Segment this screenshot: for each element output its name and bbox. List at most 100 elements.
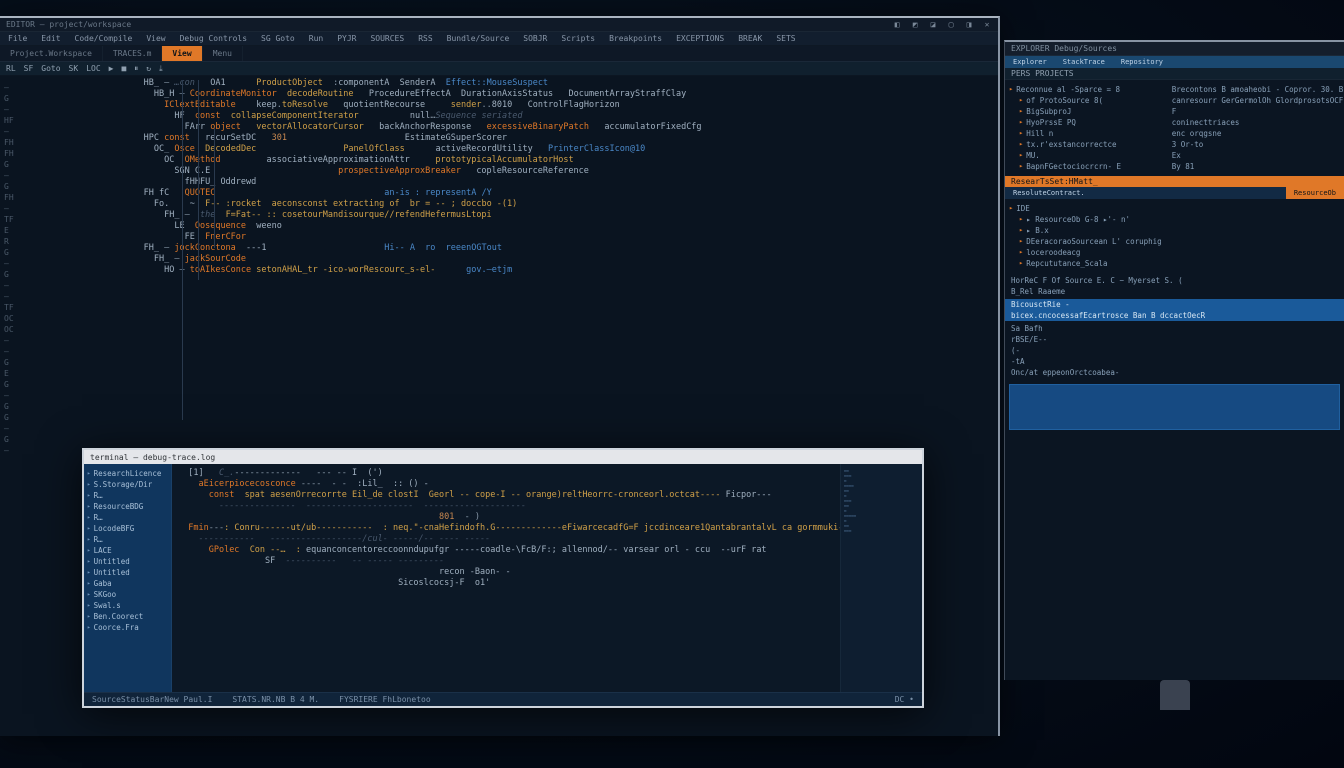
menu-item[interactable]: Debug Controls	[180, 34, 247, 43]
menu-item[interactable]: SG Goto	[261, 34, 295, 43]
file-tree-item[interactable]: ResearchLicence	[87, 468, 168, 479]
code-line[interactable]: FH fC QUOTEC an-is : representA /Y	[72, 188, 992, 199]
sys-icon[interactable]: ◪	[928, 20, 938, 29]
code-line[interactable]: FE FnerCFor	[72, 232, 992, 243]
menu-item[interactable]: SOURCES	[370, 34, 404, 43]
code-line[interactable]: OC OMethod associativeApproximationAttr …	[72, 155, 992, 166]
code-line[interactable]: Fmin---: Conru------ut/ub----------- : n…	[178, 523, 834, 534]
code-line[interactable]: aEicerpiocecosconce ---- - - :Lil_ :: ()…	[178, 479, 834, 490]
file-tree-item[interactable]: Ben.Coorect	[87, 611, 168, 622]
status-segment[interactable]: SourceStatusBarNew Paul.I	[92, 695, 212, 704]
panel-tab[interactable]: StackTrace	[1055, 56, 1113, 68]
panel-tab[interactable]: Repository	[1113, 56, 1171, 68]
code-line[interactable]: OC_ Osce DecodedDec PanelOfClass activeR…	[72, 144, 992, 155]
menu-item[interactable]: Run	[309, 34, 323, 43]
tree-node[interactable]: ▸tx.r'exstancorrectce	[1009, 139, 1164, 150]
file-tree-item[interactable]: Swal.s	[87, 600, 168, 611]
menu-item[interactable]: Edit	[41, 34, 60, 43]
selected-item-orange[interactable]: ResearTsSet:HMatt_	[1005, 176, 1344, 187]
code-line[interactable]: ----------- ------------------/cul- ----…	[178, 534, 834, 545]
highlight-row-blue[interactable]: bicex.cncocessafEcartrosce Ban B dccactO…	[1005, 310, 1344, 321]
code-line[interactable]: GPolec Con --… : equanconcentoreccoonndu…	[178, 545, 834, 556]
toolbar-btn[interactable]: Goto	[41, 64, 60, 73]
tree-node[interactable]: ▸of ProtoSource 8(	[1009, 95, 1164, 106]
tree-node[interactable]: ▸Reconnue al -Sparce = 8	[1009, 84, 1164, 95]
sub-file-explorer[interactable]: ResearchLicenceS.Storage/DirR…ResourceBD…	[84, 464, 172, 692]
code-line[interactable]: [1] C_.------------- --- -- I (')	[178, 468, 834, 479]
tree-node[interactable]: ▸IDE	[1009, 203, 1340, 214]
panel-tab[interactable]: ResoluteContract.	[1005, 187, 1093, 199]
file-tree-item[interactable]: R…	[87, 534, 168, 545]
run-icon[interactable]: ▶	[109, 64, 114, 73]
tree-node[interactable]: ▸loceroodeacg	[1009, 247, 1340, 258]
sys-icon[interactable]: ▢	[946, 20, 956, 29]
code-line[interactable]: Sicoslcocsj-F o1'	[178, 578, 834, 589]
code-line[interactable]: Fo. ~ F-- :rocket aeconsconst extracting…	[72, 199, 992, 210]
editor-tab[interactable]: Project.Workspace	[0, 46, 103, 61]
code-line[interactable]: FH_ — jackSourCode	[72, 254, 992, 265]
code-line[interactable]: SF ---------- -- ----- ---------	[178, 556, 834, 567]
menu-item[interactable]: View	[146, 34, 165, 43]
menu-item[interactable]: SETS	[776, 34, 795, 43]
code-line[interactable]: HB_ — …con OA1 ProductObject :componentA…	[72, 78, 992, 89]
menu-item[interactable]: Bundle/Source	[447, 34, 510, 43]
status-segment[interactable]: DC •	[895, 695, 914, 704]
preview-block[interactable]	[1009, 384, 1340, 430]
toolbar-btn[interactable]: RL	[6, 64, 16, 73]
menu-item[interactable]: PYJR	[337, 34, 356, 43]
file-tree-item[interactable]: Untitled	[87, 556, 168, 567]
highlight-row-blue[interactable]: BicousctRie -	[1005, 299, 1344, 310]
code-line[interactable]: fHHFU_ Oddrewd	[72, 177, 992, 188]
menu-item[interactable]: SOBJR	[523, 34, 547, 43]
editor-tab-active[interactable]: View	[162, 46, 202, 61]
tree-node[interactable]: ▸HyoPrssE PQ	[1009, 117, 1164, 128]
file-tree-item[interactable]: ResourceBDG	[87, 501, 168, 512]
pause-icon[interactable]: ⏸	[134, 64, 138, 74]
code-line[interactable]: 801 - )	[178, 512, 834, 523]
file-tree-item[interactable]: Gaba	[87, 578, 168, 589]
code-line[interactable]: HO — toAIkesConce setonAHAL_tr -ico-worR…	[72, 265, 992, 276]
tree-node[interactable]: ▸BigSubproJ	[1009, 106, 1164, 117]
code-line[interactable]: HB_H — CoordinateMonitor decodeRoutine P…	[72, 89, 992, 100]
project-tree[interactable]: ▸Reconnue al -Sparce = 8▸of ProtoSource …	[1005, 80, 1168, 176]
tree-node[interactable]: ▸Repcututance_Scala	[1009, 258, 1340, 269]
menu-item[interactable]: Code/Compile	[75, 34, 133, 43]
code-line[interactable]: FArr object vectorAllocatorCursor backAn…	[72, 122, 992, 133]
menu-item[interactable]: Breakpoints	[609, 34, 662, 43]
tree-node[interactable]: ▸MU.	[1009, 150, 1164, 161]
menu-item[interactable]: RSS	[418, 34, 432, 43]
code-line[interactable]: FH_ — the F=Fat-- :: cosetourMandisourqu…	[72, 210, 992, 221]
section-header[interactable]: PERS PROJECTS	[1005, 68, 1344, 80]
code-line[interactable]: FH_ — jockConctona ---1 Hi-- A ro reeenO…	[72, 243, 992, 254]
code-line[interactable]: HF const collapseComponentIterator null……	[72, 111, 992, 122]
resource-tree[interactable]: ▸IDE▸▸ ResourceOb G-8 ▸'- n'▸▸ B.x▸DEera…	[1005, 199, 1344, 273]
minimap[interactable]: ▬▬▬▬▬▬▬▬▬▬▬▬▬▬▬▬▬▬▬▬▬▬▬▬▬▬▬▬▬▬	[840, 464, 922, 692]
toolbar-btn[interactable]: LOC	[86, 64, 100, 73]
tree-node[interactable]: ▸▸ B.x	[1009, 225, 1340, 236]
file-tree-item[interactable]: R…	[87, 512, 168, 523]
menu-item[interactable]: BREAK	[738, 34, 762, 43]
file-tree-item[interactable]: S.Storage/Dir	[87, 479, 168, 490]
tree-node[interactable]: ▸DEeracoraoSourcean L' coruphig	[1009, 236, 1340, 247]
code-line[interactable]: SGN C.E prospectiveApproxBreaker copleRe…	[72, 166, 992, 177]
code-line[interactable]: recon -Baon- -	[178, 567, 834, 578]
file-tree-item[interactable]: LocodeBFG	[87, 523, 168, 534]
sys-icon[interactable]: ◨	[964, 20, 974, 29]
code-line[interactable]: const spat aesenOrrecorrte Eil_de clostI…	[178, 490, 834, 501]
restart-icon[interactable]: ↻	[146, 64, 151, 73]
editor-tab[interactable]: Menu	[203, 46, 243, 61]
tree-node[interactable]: ▸Hill n	[1009, 128, 1164, 139]
code-line[interactable]: HPC const recurSetDC 301 EstimateGSuperS…	[72, 133, 992, 144]
editor-tab[interactable]: TRACES.m	[103, 46, 163, 61]
stop-icon[interactable]: ■	[121, 64, 126, 73]
panel-tab-active[interactable]: ResourceOb	[1286, 187, 1344, 199]
file-tree-item[interactable]: Untitled	[87, 567, 168, 578]
code-line[interactable]: IClextEditable keep.toResolve quotientRe…	[72, 100, 992, 111]
stepover-icon[interactable]: ⤓	[159, 64, 163, 74]
code-line[interactable]: --------------- --------------------- --…	[178, 501, 834, 512]
status-segment[interactable]: FYSRIERE FhLbonetoo	[339, 695, 431, 704]
sub-code-editor[interactable]: [1] C_.------------- --- -- I (') aEicer…	[172, 464, 840, 692]
menu-item[interactable]: File	[8, 34, 27, 43]
panel-tab[interactable]: Explorer	[1005, 56, 1055, 68]
status-segment[interactable]: STATS.NR.NB B 4 M.	[232, 695, 319, 704]
